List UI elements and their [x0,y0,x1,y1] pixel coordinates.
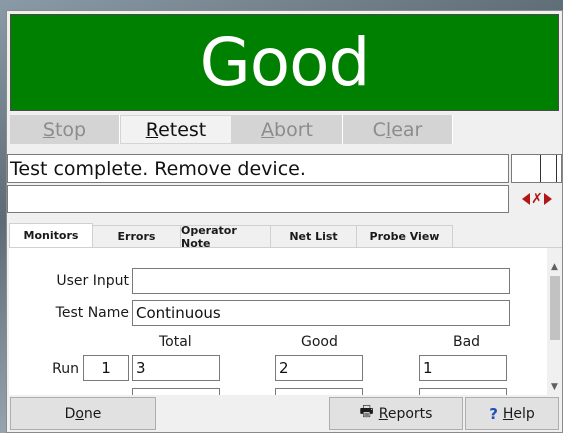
test-name-field[interactable]: Continuous [132,300,510,326]
monitors-panel: User Input Test Name Continuous Total Go… [9,247,562,395]
done-label: Done [64,405,102,422]
clear-button[interactable]: Clear [343,115,453,144]
message-side-indicator [511,154,562,183]
column-header-bad: Bad [453,334,481,350]
control-bar: Stop Retest Abort Clear [10,115,559,144]
stop-label: Stop [42,118,87,141]
scroll-up-icon[interactable]: ▲ [547,260,562,274]
result-banner: Good [10,14,559,111]
stop-button[interactable]: Stop [10,115,120,144]
column-header-good: Good [301,334,338,350]
abort-button[interactable]: Abort [232,115,343,144]
next-row-bad-field[interactable] [419,388,507,395]
help-label: Help [502,405,535,422]
run-total-field[interactable]: 3 [132,355,220,381]
tab-net-list[interactable]: Net List [271,225,357,247]
user-input-label: User Input [56,273,129,289]
retest-button[interactable]: Retest [120,115,232,144]
bottom-button-bar: Done 🖶 Reports ? Help [7,395,562,432]
reports-label: Reports [378,405,433,422]
clear-label: Clear [372,118,423,141]
tab-probe-view[interactable]: Probe View [357,225,453,247]
run-bad-field[interactable]: 1 [419,355,507,381]
tab-monitors[interactable]: Monitors [9,223,93,247]
stop-x-icon[interactable]: ✗ [531,192,543,206]
abort-label: Abort [261,118,313,141]
test-window: Good Stop Retest Abort Clear Test comple… [6,10,563,433]
next-row-total-field[interactable] [132,388,220,395]
help-button[interactable]: ? Help [465,397,559,430]
message-line-2 [7,185,509,213]
tab-label: Net List [289,230,338,243]
run-total-value: 3 [136,359,146,377]
message-line-1: Test complete. Remove device. [7,154,509,183]
scroll-down-icon[interactable]: ▼ [547,380,562,394]
scrollbar-thumb[interactable] [550,276,560,340]
run-bad-value: 1 [423,359,433,377]
control-bar-spacer [453,115,559,144]
tab-label: Probe View [369,230,440,243]
run-number-value: 1 [101,359,111,377]
run-number-field[interactable]: 1 [83,355,129,381]
user-input-field[interactable] [132,268,510,294]
tab-strip: Monitors Errors Operator Note Net List P… [9,223,453,250]
done-button[interactable]: Done [10,397,156,430]
prev-arrow-icon[interactable] [522,193,531,205]
prev-stop-next-icon[interactable]: ✗ [515,189,559,209]
test-name-label: Test Name [55,305,129,321]
panel-scrollbar[interactable]: ▲ ▼ [547,248,562,395]
retest-label: Retest [145,118,207,141]
result-text: Good [199,24,371,101]
run-label: Run [52,361,79,377]
indicator-divider [540,155,541,182]
reports-button[interactable]: 🖶 Reports [329,397,463,430]
tab-operator-note[interactable]: Operator Note [181,223,271,250]
tab-label: Monitors [23,229,79,242]
indicator-divider [556,155,557,182]
tab-label: Operator Note [181,223,237,250]
help-question-icon: ? [489,404,498,423]
message-text: Test complete. Remove device. [10,157,306,180]
next-row-good-field[interactable] [275,388,363,395]
run-good-value: 2 [279,359,289,377]
printer-icon: 🖶 [359,402,374,420]
next-arrow-icon[interactable] [543,193,552,205]
test-name-value: Continuous [136,304,221,322]
run-good-field[interactable]: 2 [275,355,363,381]
tab-errors[interactable]: Errors [93,225,181,247]
tab-label: Errors [117,230,156,243]
column-header-total: Total [159,334,192,350]
